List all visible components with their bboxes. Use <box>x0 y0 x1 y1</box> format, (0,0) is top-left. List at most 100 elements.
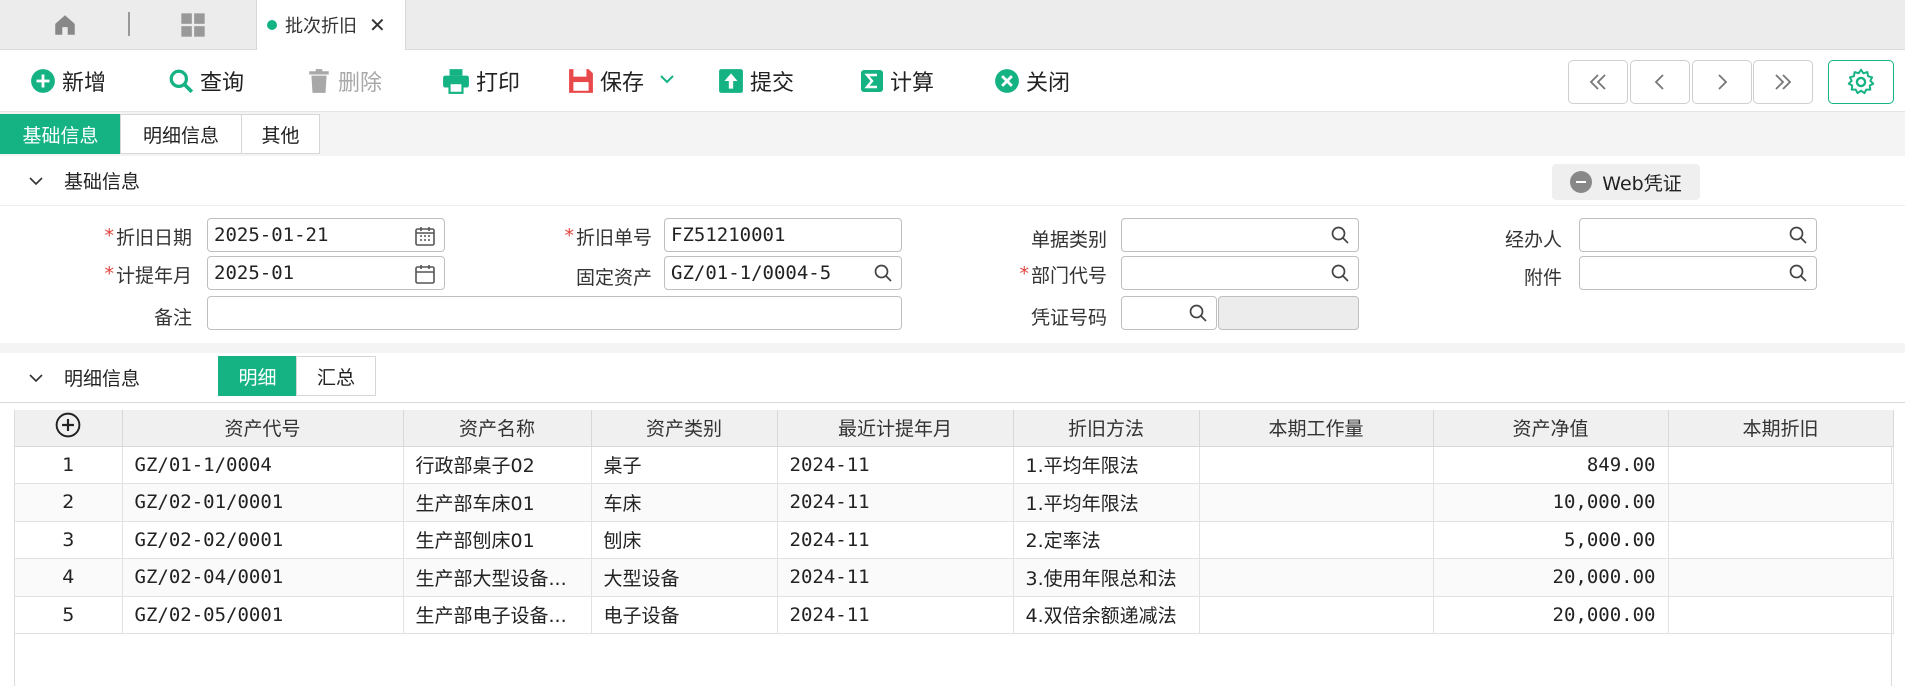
calculate-button[interactable]: 计算 <box>860 62 934 100</box>
save-button[interactable]: 保存 <box>568 62 644 100</box>
doc-type-field[interactable] <box>1121 218 1359 252</box>
col-net-value[interactable]: 资产净值 <box>1433 410 1669 447</box>
chevron-down-icon <box>29 373 43 382</box>
col-workload[interactable]: 本期工作量 <box>1199 410 1434 447</box>
attachment-field[interactable] <box>1579 256 1817 290</box>
cell-asset-name[interactable]: 行政部桌子02 <box>403 446 592 484</box>
col-asset-name[interactable]: 资产名称 <box>403 410 592 447</box>
cell-asset-code[interactable]: GZ/02-05/0001 <box>122 596 404 634</box>
cell-workload[interactable] <box>1199 521 1434 559</box>
col-current-dep[interactable]: 本期折旧 <box>1668 410 1894 447</box>
cell-workload[interactable] <box>1199 483 1434 522</box>
cell-dep-method[interactable]: 1.平均年限法 <box>1013 446 1200 484</box>
cell-asset-category[interactable]: 电子设备 <box>591 596 778 634</box>
col-asset-code[interactable]: 资产代号 <box>122 410 404 447</box>
prev-record-button[interactable] <box>1630 60 1690 104</box>
settings-button[interactable] <box>1828 60 1894 104</box>
delete-button[interactable]: 删除 <box>306 62 382 100</box>
col-last-accrual-month[interactable]: 最近计提年月 <box>777 410 1014 447</box>
tab-batch-depreciation[interactable]: 批次折旧 ✕ <box>256 0 406 50</box>
table-header-row: 资产代号 资产名称 资产类别 最近计提年月 折旧方法 本期工作量 资产净值 本期… <box>15 410 1894 447</box>
row-index: 4 <box>15 558 123 597</box>
tab-detail-info[interactable]: 明细信息 <box>120 114 242 154</box>
cell-asset-name[interactable]: 生产部电子设备... <box>403 596 592 634</box>
cell-current-dep[interactable] <box>1668 483 1894 522</box>
cell-dep-method[interactable]: 1.平均年限法 <box>1013 483 1200 522</box>
cell-asset-category[interactable]: 大型设备 <box>591 558 778 597</box>
first-record-button[interactable] <box>1568 60 1628 104</box>
cell-net-value[interactable]: 849.00 <box>1433 446 1669 484</box>
cell-dep-method[interactable]: 2.定率法 <box>1013 521 1200 559</box>
web-voucher-button[interactable]: Web凭证 <box>1552 164 1700 200</box>
cell-net-value[interactable]: 5,000.00 <box>1433 521 1669 559</box>
cell-current-dep[interactable] <box>1668 558 1894 597</box>
cell-asset-name[interactable]: 生产部车床01 <box>403 483 592 522</box>
row-index: 1 <box>15 446 123 484</box>
cell-current-dep[interactable] <box>1668 596 1894 634</box>
cell-last-accrual-month[interactable]: 2024-11 <box>777 521 1014 559</box>
tab-summary[interactable]: 汇总 <box>296 356 376 396</box>
cell-dep-method[interactable]: 4.双倍余额递减法 <box>1013 596 1200 634</box>
search-icon <box>1789 264 1807 282</box>
next-record-button[interactable] <box>1692 60 1752 104</box>
submit-button[interactable]: 提交 <box>718 62 794 100</box>
cell-dep-method[interactable]: 3.使用年限总和法 <box>1013 558 1200 597</box>
grid-apps-icon[interactable] <box>178 10 208 40</box>
voucher-no-display <box>1218 296 1359 330</box>
cell-asset-code[interactable]: GZ/02-04/0001 <box>122 558 404 597</box>
cell-asset-category[interactable]: 刨床 <box>591 521 778 559</box>
chevron-right-icon <box>1718 74 1728 90</box>
cell-current-dep[interactable] <box>1668 521 1894 559</box>
table-row[interactable]: 1 GZ/01-1/0004 行政部桌子02 桌子 2024-11 1.平均年限… <box>15 446 1894 484</box>
row-index: 3 <box>15 521 123 559</box>
tab-basic-info[interactable]: 基础信息 <box>0 114 121 154</box>
cell-net-value[interactable]: 10,000.00 <box>1433 483 1669 522</box>
query-button[interactable]: 查询 <box>168 62 244 100</box>
cell-asset-name[interactable]: 生产部刨床01 <box>403 521 592 559</box>
cell-net-value[interactable]: 20,000.00 <box>1433 558 1669 597</box>
calendar-icon <box>415 265 435 284</box>
cell-workload[interactable] <box>1199 558 1434 597</box>
col-dep-method[interactable]: 折旧方法 <box>1013 410 1200 447</box>
cell-asset-code[interactable]: GZ/02-02/0001 <box>122 521 404 559</box>
voucher-no-field[interactable] <box>1121 296 1217 330</box>
cell-last-accrual-month[interactable]: 2024-11 <box>777 596 1014 634</box>
dep-date-field[interactable]: 2025-01-21 <box>207 218 445 252</box>
add-row-button[interactable] <box>15 410 123 447</box>
save-dropdown-chevron-icon[interactable] <box>658 70 678 90</box>
table-row[interactable]: 5 GZ/02-05/0001 生产部电子设备... 电子设备 2024-11 … <box>15 596 1894 634</box>
dept-code-field[interactable] <box>1121 256 1359 290</box>
cell-workload[interactable] <box>1199 446 1434 484</box>
home-icon[interactable] <box>50 10 80 40</box>
cell-net-value[interactable]: 20,000.00 <box>1433 596 1669 634</box>
minus-circle-icon <box>1570 171 1593 193</box>
tab-other[interactable]: 其他 <box>241 114 320 154</box>
accrual-month-field[interactable]: 2025-01 <box>207 256 445 290</box>
cell-asset-category[interactable]: 车床 <box>591 483 778 522</box>
tab-label: 批次折旧 <box>285 16 357 37</box>
cell-workload[interactable] <box>1199 596 1434 634</box>
cell-current-dep[interactable] <box>1668 446 1894 484</box>
close-button[interactable]: 关闭 <box>994 62 1070 100</box>
printer-icon <box>443 69 469 94</box>
handler-field[interactable] <box>1579 218 1817 252</box>
tab-detail[interactable]: 明细 <box>218 356 297 396</box>
cell-asset-code[interactable]: GZ/01-1/0004 <box>122 446 404 484</box>
fixed-asset-field[interactable]: GZ/01-1/0004-5 <box>664 256 902 290</box>
table-row[interactable]: 2 GZ/02-01/0001 生产部车床01 车床 2024-11 1.平均年… <box>15 483 1894 522</box>
cell-asset-code[interactable]: GZ/02-01/0001 <box>122 483 404 522</box>
col-asset-category[interactable]: 资产类别 <box>591 410 778 447</box>
cell-asset-category[interactable]: 桌子 <box>591 446 778 484</box>
tab-close-icon[interactable]: ✕ <box>369 13 386 37</box>
cell-last-accrual-month[interactable]: 2024-11 <box>777 446 1014 484</box>
cell-last-accrual-month[interactable]: 2024-11 <box>777 558 1014 597</box>
dep-no-field[interactable]: FZ51210001 <box>664 218 902 252</box>
remark-field[interactable] <box>207 296 902 330</box>
cell-asset-name[interactable]: 生产部大型设备... <box>403 558 592 597</box>
add-button[interactable]: 新增 <box>30 62 106 100</box>
table-row[interactable]: 3 GZ/02-02/0001 生产部刨床01 刨床 2024-11 2.定率法… <box>15 521 1894 559</box>
print-button[interactable]: 打印 <box>442 62 520 100</box>
table-row[interactable]: 4 GZ/02-04/0001 生产部大型设备... 大型设备 2024-11 … <box>15 558 1894 597</box>
last-record-button[interactable] <box>1753 60 1813 104</box>
cell-last-accrual-month[interactable]: 2024-11 <box>777 483 1014 522</box>
